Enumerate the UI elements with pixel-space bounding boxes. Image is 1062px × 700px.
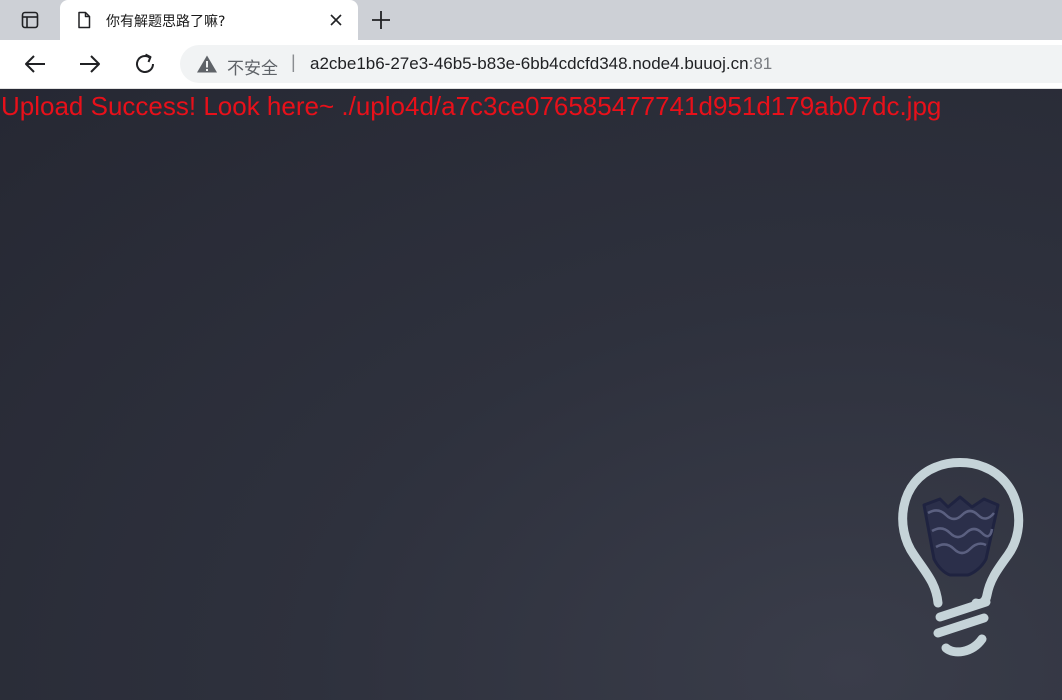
back-arrow-icon	[25, 55, 45, 73]
address-bar[interactable]: 不安全 | a2cbe1b6-27e3-46b5-b83e-6bb4cdcfd3…	[180, 45, 1062, 83]
reload-icon	[136, 53, 154, 73]
new-tab-icon[interactable]	[368, 8, 394, 32]
security-label[interactable]: 不安全	[227, 54, 278, 79]
close-tab-icon[interactable]	[326, 10, 346, 30]
upload-result-message: Upload Success! Look here~ ./uplo4d/a7c3…	[1, 91, 942, 121]
url-port: :81	[748, 54, 773, 73]
forward-arrow-icon	[80, 55, 100, 73]
toolbar: 不安全 | a2cbe1b6-27e3-46b5-b83e-6bb4cdcfd3…	[0, 40, 1062, 89]
browser-window: 你有解题思路了嘛? 不安全 | a2cbe1b6-27e3-46b5-b83e-…	[0, 0, 1062, 700]
url-host: a2cbe1b6-27e3-46b5-b83e-6bb4cdcfd348.nod…	[310, 54, 749, 73]
tab-active[interactable]: 你有解题思路了嘛?	[60, 0, 358, 40]
omnibox-separator: |	[291, 52, 296, 72]
page-icon	[78, 11, 91, 29]
tab-actions-button[interactable]	[10, 6, 50, 34]
forward-button[interactable]	[76, 50, 104, 78]
url-text[interactable]: a2cbe1b6-27e3-46b5-b83e-6bb4cdcfd348.nod…	[310, 54, 772, 74]
tab-title: 你有解题思路了嘛?	[106, 14, 226, 30]
lightbulb-icon	[898, 458, 1024, 657]
page-content: Upload Success! Look here~ ./uplo4d/a7c3…	[0, 89, 1062, 700]
tab-actions-icon	[21, 11, 39, 29]
warning-triangle-icon[interactable]	[196, 54, 218, 74]
back-button[interactable]	[21, 50, 49, 78]
reload-button[interactable]	[131, 50, 159, 78]
tab-strip: 你有解题思路了嘛?	[0, 0, 1062, 40]
